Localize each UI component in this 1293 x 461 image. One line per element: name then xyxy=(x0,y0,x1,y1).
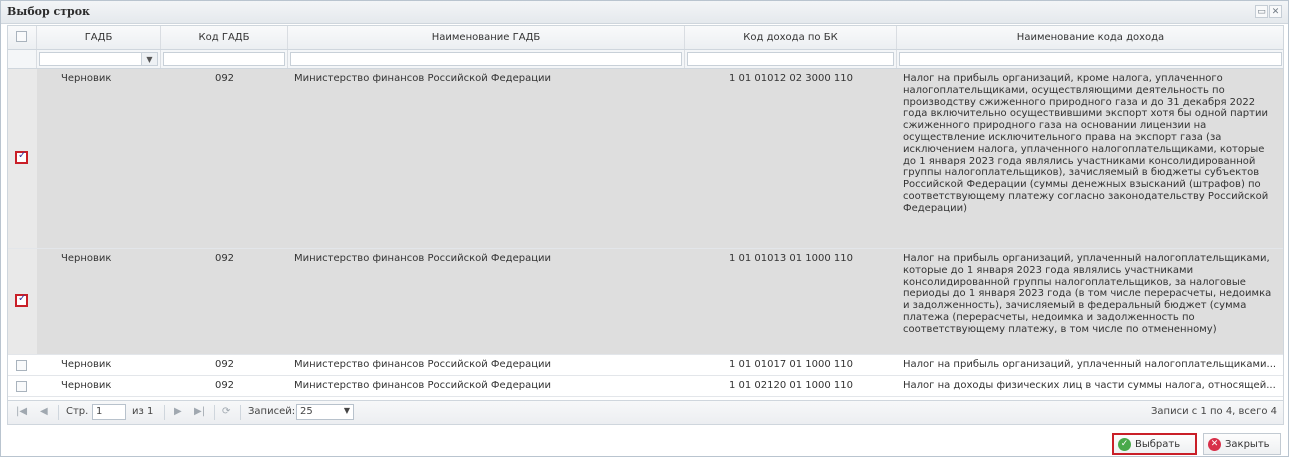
first-page-icon[interactable]: |◀ xyxy=(16,406,27,417)
header-select-all[interactable] xyxy=(8,26,37,49)
grid-header: ГАДБ Код ГАДБ Наименование ГАДБ Код дохо… xyxy=(8,26,1283,50)
cell-description: Налог на доходы физических лиц в части с… xyxy=(903,380,1276,391)
cell-code: 092 xyxy=(214,380,235,391)
filter-gadb[interactable]: ▼ xyxy=(37,50,161,68)
last-page-icon[interactable]: ▶| xyxy=(194,406,205,417)
cell-name: Министерство финансов Российской Федерац… xyxy=(294,380,552,391)
column-header-income-name[interactable]: Наименование кода дохода xyxy=(897,26,1283,49)
cell-code: 092 xyxy=(214,73,235,84)
page-label: Стр. xyxy=(66,406,89,417)
cell-name: Министерство финансов Российской Федерац… xyxy=(294,73,552,84)
row-checkbox[interactable] xyxy=(15,293,28,307)
cell-bk: 1 01 02120 01 1000 110 xyxy=(728,380,854,391)
window-title: Выбор строк xyxy=(7,5,91,18)
filter-spacer xyxy=(8,50,37,68)
filter-bk-code-input[interactable] xyxy=(687,52,894,66)
filter-gadb-name-input[interactable] xyxy=(290,52,682,66)
row-select-cell[interactable] xyxy=(8,249,37,354)
cell-name: Министерство финансов Российской Федерац… xyxy=(294,359,552,370)
filter-row: ▼ xyxy=(8,50,1283,69)
close-button-label: Закрыть xyxy=(1225,438,1270,450)
pager-separator xyxy=(214,405,215,420)
cell-bk: 1 01 01012 02 3000 110 xyxy=(728,73,854,84)
cell-code: 092 xyxy=(214,359,235,370)
cancel-icon: ✕ xyxy=(1208,437,1221,451)
filter-gadb-name[interactable] xyxy=(288,50,685,68)
close-icon[interactable]: ✕ xyxy=(1269,5,1282,18)
filter-bk-code[interactable] xyxy=(685,50,897,68)
page-number-input[interactable]: 1 xyxy=(92,404,126,420)
pager-separator xyxy=(240,405,241,420)
cell-description: Налог на прибыль организаций, кроме нало… xyxy=(903,73,1269,214)
table-row[interactable]: Черновик 092 Министерство финансов Росси… xyxy=(8,249,1283,355)
column-header-gadb-name[interactable]: Наименование ГАДБ xyxy=(288,26,685,49)
pager-separator xyxy=(58,405,59,420)
column-header-gadb-code[interactable]: Код ГАДБ xyxy=(161,26,288,49)
cell-bk: 1 01 01013 01 1000 110 xyxy=(728,253,854,264)
cell-description: Налог на прибыль организаций, уплаченный… xyxy=(903,359,1277,370)
filter-income-name-input[interactable] xyxy=(899,52,1282,66)
records-info: Записи с 1 по 4, всего 4 xyxy=(1151,406,1277,417)
filter-income-name[interactable] xyxy=(897,50,1283,68)
cell-status: Черновик xyxy=(61,253,112,264)
filter-gadb-code[interactable] xyxy=(161,50,288,68)
row-select-cell[interactable] xyxy=(8,355,37,375)
check-icon: ✓ xyxy=(1118,437,1131,451)
row-checkbox[interactable] xyxy=(16,381,27,392)
select-button[interactable]: ✓ Выбрать xyxy=(1112,433,1197,455)
records-per-page-value: 25 xyxy=(300,406,313,417)
column-header-gadb[interactable]: ГАДБ xyxy=(37,26,161,49)
cell-code: 092 xyxy=(214,253,235,264)
records-per-page-select[interactable]: 25 ▼ xyxy=(296,404,354,420)
filter-gadb-code-input[interactable] xyxy=(163,52,285,66)
cell-description: Налог на прибыль организаций, уплаченный… xyxy=(903,253,1272,335)
cell-status: Черновик xyxy=(61,73,112,84)
close-button[interactable]: ✕ Закрыть xyxy=(1203,433,1281,455)
restore-icon[interactable]: ▭ xyxy=(1255,5,1268,18)
row-checkbox[interactable] xyxy=(16,360,27,371)
column-header-bk-code[interactable]: Код дохода по БК xyxy=(685,26,897,49)
window-tools: ▭ ✕ xyxy=(1255,5,1282,18)
cell-bk: 1 01 01017 01 1000 110 xyxy=(728,359,854,370)
table-row[interactable]: Черновик 092 Министерство финансов Росси… xyxy=(8,69,1283,249)
table-row[interactable]: Черновик 092 Министерство финансов Росси… xyxy=(8,355,1283,376)
cell-status: Черновик xyxy=(61,359,112,370)
row-select-cell[interactable] xyxy=(8,376,37,396)
refresh-icon[interactable]: ⟳ xyxy=(222,406,230,417)
row-checkbox[interactable] xyxy=(15,150,28,164)
select-all-checkbox[interactable] xyxy=(16,31,27,42)
row-selection-window: Выбор строк ▭ ✕ ГАДБ Код ГАДБ Наименован… xyxy=(0,0,1289,457)
select-button-label: Выбрать xyxy=(1135,438,1181,450)
filter-gadb-select[interactable]: ▼ xyxy=(39,52,158,66)
table-row[interactable]: Черновик 092 Министерство финансов Росси… xyxy=(8,376,1283,397)
data-grid: ГАДБ Код ГАДБ Наименование ГАДБ Код дохо… xyxy=(7,25,1284,401)
grid-body: Черновик 092 Министерство финансов Росси… xyxy=(8,69,1283,397)
pager-separator xyxy=(164,405,165,420)
row-select-cell[interactable] xyxy=(8,69,37,248)
chevron-down-icon[interactable]: ▼ xyxy=(344,406,350,415)
chevron-down-icon[interactable]: ▼ xyxy=(141,53,157,65)
window-titlebar: Выбор строк ▭ ✕ xyxy=(1,1,1288,24)
paging-toolbar: |◀ ◀ Стр. 1 из 1 ▶ ▶| ⟳ Записей: 25 ▼ За… xyxy=(7,401,1284,425)
cell-name: Министерство финансов Российской Федерац… xyxy=(294,253,552,264)
prev-page-icon[interactable]: ◀ xyxy=(40,406,48,417)
cell-status: Черновик xyxy=(61,380,112,391)
page-count-label: из 1 xyxy=(132,406,154,417)
next-page-icon[interactable]: ▶ xyxy=(174,406,182,417)
records-label: Записей: xyxy=(248,406,296,417)
